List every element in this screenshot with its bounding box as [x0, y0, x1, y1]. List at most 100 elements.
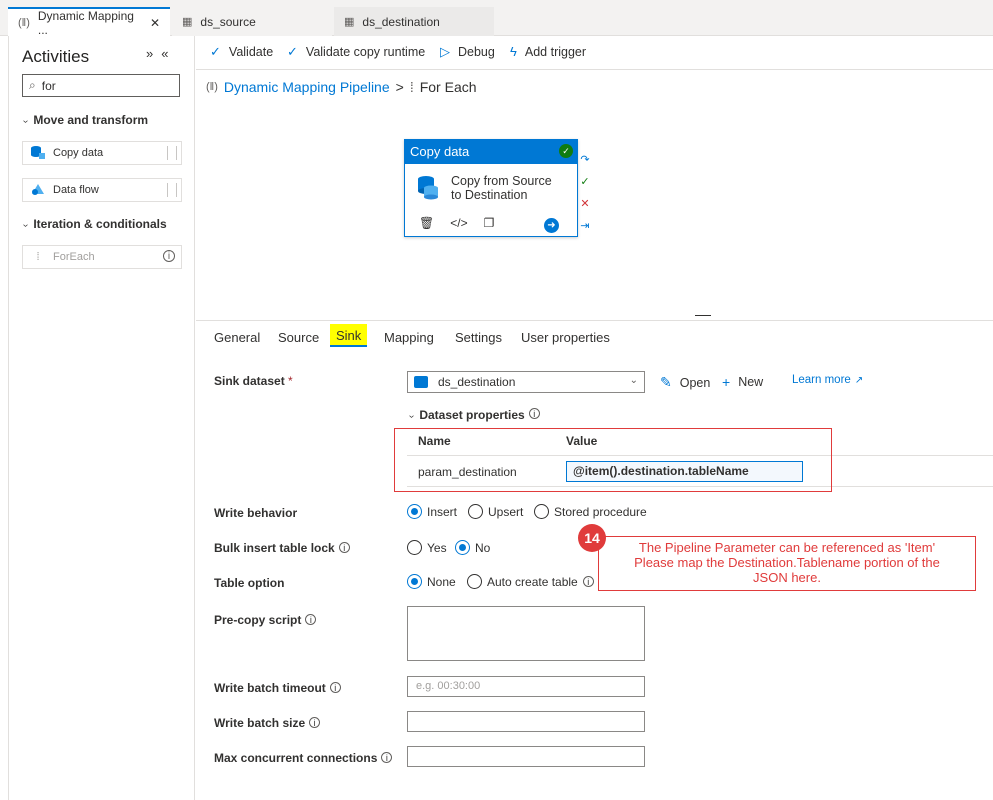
card-description-line1: Copy from Source: [451, 174, 552, 188]
tab-dynamic-mapping[interactable]: (‖) Dynamic Mapping ... ✕: [8, 7, 170, 37]
table-option-label: Table option: [214, 576, 285, 590]
add-trigger-button[interactable]: ϟ Add trigger: [510, 44, 586, 59]
write-batch-timeout-input[interactable]: e.g. 00:30:00: [407, 676, 645, 697]
new-dataset-button[interactable]: + New: [722, 374, 763, 390]
hide-panel-icon[interactable]: «: [161, 46, 176, 61]
info-icon[interactable]: i: [582, 576, 594, 587]
drag-handle-icon[interactable]: [167, 146, 177, 160]
validate-runtime-button[interactable]: ✓ Validate copy runtime: [287, 44, 425, 60]
copy-data-icon: [418, 176, 438, 200]
chevron-down-icon: ›: [20, 119, 32, 124]
tab-source[interactable]: Source: [278, 330, 319, 345]
radio-no[interactable]: No: [455, 540, 490, 555]
card-description-line2: to Destination: [451, 188, 528, 202]
section-move-transform[interactable]: › Move and transform: [20, 113, 148, 127]
activity-foreach[interactable]: ⁞ ForEach i: [22, 245, 182, 269]
bulk-insert-lock-label: Bulk insert table lock i: [214, 541, 350, 555]
annotation-line2: Please map the Destination.Tablename por…: [634, 555, 940, 570]
dataset-properties-toggle[interactable]: › Dataset properties i: [406, 408, 540, 422]
tab-ds-destination[interactable]: ▦ ds_destination: [334, 7, 494, 36]
clone-icon[interactable]: ❐: [484, 216, 495, 230]
checkmark-icon: ✓: [210, 44, 221, 59]
activity-copy-data[interactable]: Copy data: [22, 141, 182, 165]
radio-indicator: [407, 504, 422, 519]
max-concurrent-connections-label: Max concurrent connections i: [214, 751, 393, 765]
radio-yes[interactable]: Yes: [407, 540, 447, 555]
tab-label: Dynamic Mapping ...: [37, 8, 134, 37]
annotation-callout: The Pipeline Parameter can be referenced…: [598, 536, 976, 591]
activities-search[interactable]: ⌕: [22, 74, 180, 97]
debug-button[interactable]: ▷ Debug: [440, 44, 495, 60]
breadcrumb-pipeline-link[interactable]: Dynamic Mapping Pipeline: [224, 79, 390, 95]
delete-icon[interactable]: 🗑: [419, 216, 434, 230]
play-icon: ▷: [440, 44, 450, 59]
tab-mapping[interactable]: Mapping: [384, 330, 434, 345]
radio-stored-procedure[interactable]: Stored procedure: [534, 504, 647, 519]
failure-output-icon[interactable]: ✕: [579, 198, 591, 210]
activities-title: Activities: [22, 47, 90, 66]
radio-indicator: [534, 504, 549, 519]
annotation-line1: The Pipeline Parameter can be referenced…: [638, 540, 936, 555]
tab-general[interactable]: General: [214, 330, 260, 345]
validate-button[interactable]: ✓ Validate: [210, 44, 273, 60]
pipeline-icon: (‖): [18, 16, 30, 29]
section-iteration-conditionals[interactable]: › Iteration & conditionals: [20, 217, 167, 231]
skip-output-icon[interactable]: ↷: [579, 154, 591, 166]
table-icon: ▦: [182, 16, 193, 28]
pre-copy-script-textarea[interactable]: [407, 606, 645, 661]
chevron-down-icon: ›: [20, 223, 32, 228]
info-icon[interactable]: i: [309, 717, 321, 728]
edit-icon: ✎: [660, 374, 672, 390]
learn-more-link[interactable]: Learn more ↗: [792, 374, 863, 386]
write-batch-size-label: Write batch size i: [214, 716, 321, 730]
tab-settings[interactable]: Settings: [455, 330, 502, 345]
info-icon[interactable]: i: [305, 614, 317, 625]
tab-label: ds_destination: [362, 14, 440, 29]
code-icon[interactable]: </>: [450, 216, 467, 230]
radio-insert[interactable]: Insert: [407, 504, 457, 519]
info-icon[interactable]: i: [329, 682, 341, 693]
radio-indicator: [455, 540, 470, 555]
write-batch-timeout-label: Write batch timeout i: [214, 681, 341, 695]
info-icon[interactable]: i: [528, 408, 540, 419]
success-output-icon[interactable]: ✓: [579, 176, 591, 188]
data-flow-icon: [29, 181, 47, 200]
foreach-icon: ⁞: [36, 251, 40, 263]
open-dataset-button[interactable]: ✎ Open: [660, 374, 710, 391]
card-header: Copy data ✓: [405, 140, 577, 164]
external-link-icon: ↗: [854, 374, 864, 386]
close-icon[interactable]: ✕: [150, 16, 160, 30]
tab-sink[interactable]: Sink: [330, 324, 368, 347]
drag-handle-icon[interactable]: [167, 183, 177, 197]
radio-auto-create-table[interactable]: Auto create table i: [467, 574, 594, 589]
checkmark-icon: ✓: [287, 44, 298, 59]
max-concurrent-connections-input[interactable]: [407, 746, 645, 767]
collapse-all-icon[interactable]: »: [146, 46, 161, 61]
activity-data-flow[interactable]: Data flow: [22, 178, 182, 202]
info-icon[interactable]: i: [163, 250, 175, 262]
breadcrumb-current: For Each: [419, 79, 477, 95]
arrow-right-icon[interactable]: ➜: [544, 218, 559, 233]
tab-user-properties[interactable]: User properties: [521, 330, 610, 345]
copy-data-activity-card[interactable]: Copy data ✓ Copy from Source to Destinat…: [404, 139, 578, 237]
write-batch-size-input[interactable]: [407, 711, 645, 732]
sink-dataset-label: Sink dataset *: [214, 374, 293, 388]
info-icon[interactable]: i: [338, 542, 350, 553]
write-behavior-label: Write behavior: [214, 506, 298, 520]
panel-splitter[interactable]: [695, 315, 711, 316]
radio-indicator: [467, 574, 482, 589]
info-icon[interactable]: i: [381, 752, 393, 763]
completion-output-icon[interactable]: ⇥: [579, 220, 591, 232]
annotation-step-badge: 14: [578, 524, 606, 552]
breadcrumb-separator: >: [395, 79, 404, 95]
table-icon: ▦: [344, 16, 355, 28]
search-input[interactable]: [41, 78, 162, 93]
sink-dataset-select[interactable]: ds_destination ⌄: [407, 371, 645, 393]
radio-none[interactable]: None: [407, 574, 456, 589]
collapse-icons[interactable]: »«: [146, 46, 176, 61]
pre-copy-script-label: Pre-copy script i: [214, 613, 317, 627]
radio-upsert[interactable]: Upsert: [468, 504, 523, 519]
search-icon: ⌕: [29, 78, 36, 92]
tab-ds-source[interactable]: ▦ ds_source: [172, 7, 332, 36]
tab-label: ds_source: [200, 14, 256, 29]
